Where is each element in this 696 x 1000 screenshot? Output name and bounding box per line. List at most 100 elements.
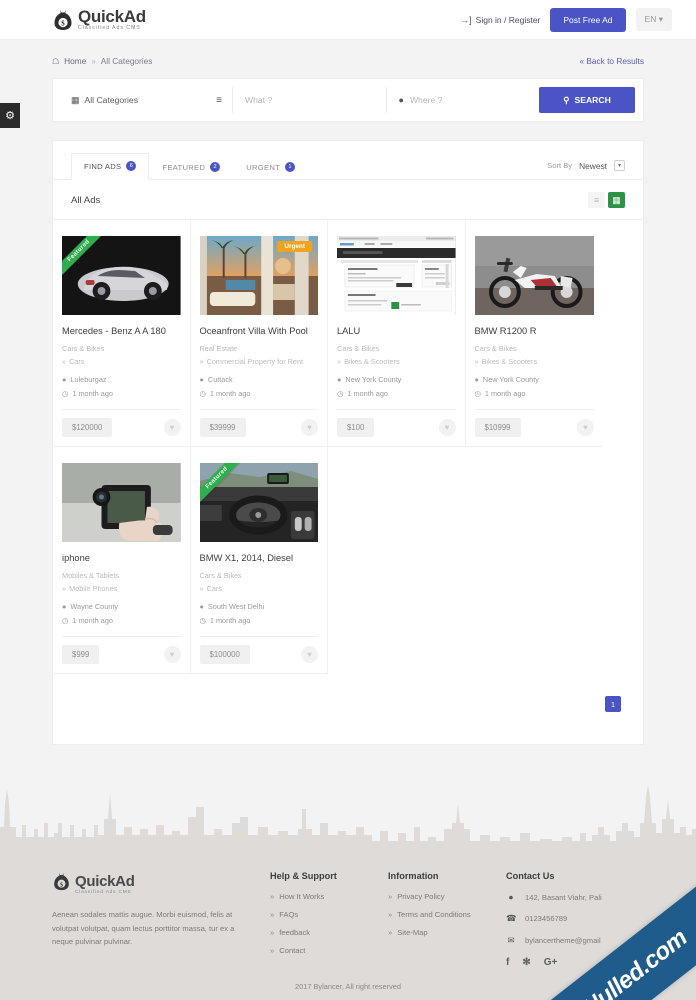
ad-category: Cars & Bikes [199, 571, 242, 581]
envelope-icon: ✉ [507, 935, 515, 946]
footer-link-sitemap[interactable]: » Site-Map [388, 928, 506, 937]
breadcrumb-home-link[interactable]: Home [64, 56, 86, 66]
twitter-icon[interactable]: ✻ [522, 957, 530, 968]
chevron-icon: » [388, 910, 393, 920]
footer-phone-label: 0123456789 [525, 914, 568, 924]
footer-link-label: Contact [279, 946, 306, 956]
money-bag-icon: $ [52, 8, 74, 32]
ad-time-label: 1 month ago [72, 389, 113, 399]
site-logo[interactable]: $ QuickAd Classified Ads CMS [52, 8, 146, 32]
ad-card[interactable]: Featured Mercedes - Benz A A 180 Cars & … [53, 220, 191, 448]
ad-image[interactable] [62, 463, 181, 543]
ad-subcategory-label: Commercial Property for Rent [206, 357, 304, 367]
post-free-ad-button[interactable]: Post Free Ad [550, 7, 626, 32]
ad-image[interactable]: Featured [199, 463, 318, 543]
clock-icon: ◷ [337, 389, 344, 399]
ad-subcategory: » Bikes & Scooters [475, 357, 595, 366]
motorcycle-bmw-image [474, 236, 594, 315]
tab-urgent-label: URGENT [246, 162, 281, 172]
ad-title[interactable]: BMW R1200 R [475, 326, 595, 337]
chevron-icon: » [62, 584, 67, 594]
footer-link-terms[interactable]: » Terms and Conditions [388, 910, 506, 919]
ad-time-label: 1 month ago [72, 616, 113, 626]
ad-time: ◷ 1 month ago [62, 616, 181, 625]
favorite-heart-icon[interactable]: ♥ [163, 419, 181, 437]
footer-link-how-it-works[interactable]: » How It Works [270, 892, 388, 901]
favorite-heart-icon[interactable]: ♥ [163, 646, 181, 664]
ad-card[interactable]: BMW R1200 R Cars & Bikes » Bikes & Scoote… [465, 220, 603, 448]
grid-view-icon: ▦ [612, 194, 621, 205]
grid-icon: ▦ [71, 94, 79, 105]
footer-address-label: 142, Basant Viahr, Pali [525, 892, 602, 902]
google-plus-icon[interactable]: G+ [544, 957, 558, 968]
what-input[interactable]: What ? [233, 87, 387, 113]
ad-title[interactable]: Mercedes - Benz A A 180 [62, 326, 181, 337]
ad-subcategory: » Commercial Property for Rent [200, 357, 319, 366]
ad-title[interactable]: Oceanfront Villa With Pool [200, 326, 319, 337]
favorite-heart-icon[interactable]: ♥ [577, 419, 594, 437]
ad-location: ● Wayne County [62, 602, 181, 611]
tab-find-ads-label: FIND ADS [84, 161, 122, 171]
tab-featured[interactable]: FEATURED 2 [149, 154, 233, 180]
footer-link-feedback[interactable]: » feedback [270, 928, 388, 937]
sort-by-value[interactable]: Newest [579, 161, 607, 171]
view-list-button[interactable]: ≡ [588, 192, 605, 208]
view-grid-button[interactable]: ▦ [608, 192, 625, 208]
footer-logo[interactable]: $ QuickAd Classified Ads CMS [52, 871, 252, 897]
ad-image[interactable]: Featured [62, 236, 181, 315]
ad-image[interactable] [337, 236, 456, 315]
footer-link-label: Site-Map [397, 928, 428, 938]
chevron-icon: » [474, 357, 479, 367]
hand-holding-phone-image [62, 463, 181, 543]
ad-title[interactable]: iphone [62, 553, 181, 564]
footer-phone[interactable]: ☎ 0123456789 [506, 913, 602, 924]
footer-about-column: $ QuickAd Classified Ads CMS Aenean soda… [52, 871, 270, 968]
language-selector[interactable]: EN ▾ [635, 8, 672, 31]
ad-card-empty [328, 447, 466, 674]
ad-price: $999 [62, 645, 100, 665]
favorite-heart-icon[interactable]: ♥ [301, 646, 318, 664]
ad-card-empty [466, 447, 604, 674]
signin-label: Sign in / Register [475, 14, 541, 25]
favorite-heart-icon[interactable]: ♥ [301, 419, 318, 437]
facebook-icon[interactable]: f [506, 957, 509, 968]
location-pin-icon: ● [474, 375, 479, 385]
logo-text-block: QuickAd Classified Ads CMS [78, 8, 146, 31]
tab-find-ads[interactable]: FIND ADS 6 [71, 153, 150, 180]
ad-time-label: 1 month ago [209, 389, 251, 399]
ad-card[interactable]: Featured BMW X1, 2014, Diesel Cars & Bik… [190, 447, 328, 675]
what-placeholder: What ? [245, 95, 273, 105]
ad-footer: $39999 ♥ [199, 409, 318, 446]
sort-dropdown-icon[interactable]: ▾ [614, 160, 625, 171]
category-select[interactable]: ▦ All Categories ≡ [61, 87, 233, 113]
search-button[interactable]: ⚲ SEARCH [539, 87, 635, 113]
back-to-results-link[interactable]: « Back to Results [579, 56, 644, 66]
footer-email[interactable]: ✉ bylancertheme@gmail [506, 935, 602, 946]
where-input[interactable]: ● Where ? [387, 87, 540, 113]
footer-contact-heading: Contact Us [506, 871, 555, 882]
ad-title[interactable]: BMW X1, 2014, Diesel [200, 553, 319, 564]
ad-footer: $120000 ♥ [62, 409, 181, 446]
ad-title[interactable]: LALU [337, 326, 456, 337]
signin-register-link[interactable]: →] Sign in / Register [460, 15, 540, 25]
favorite-heart-icon[interactable]: ♥ [438, 419, 456, 437]
site-header: $ QuickAd Classified Ads CMS →] Sign in … [0, 0, 696, 40]
ad-location: ● New York County [475, 375, 595, 384]
ad-card[interactable]: iphone Mobiles & Tablets » Mobile Phones … [53, 447, 191, 675]
footer-link-contact[interactable]: » Contact [270, 946, 388, 955]
pagination-page-1[interactable]: 1 [605, 696, 621, 713]
tab-urgent-badge: 1 [285, 162, 296, 172]
footer-link-privacy-policy[interactable]: » Privacy Policy [388, 892, 506, 901]
ad-card[interactable]: LALU Cars & Bikes » Bikes & Scooters ● Ne… [328, 220, 466, 448]
chevron-down-icon: ▾ [658, 14, 663, 24]
ad-category: Cars & Bikes [62, 344, 105, 354]
ad-image[interactable] [474, 236, 594, 315]
language-label: EN [644, 14, 657, 24]
settings-gear-tab[interactable]: ⚙ [0, 103, 20, 128]
tab-urgent[interactable]: URGENT 1 [233, 154, 308, 180]
ad-time-label: 1 month ago [347, 389, 388, 399]
ad-location-label: New York County [345, 375, 402, 385]
ad-card[interactable]: Urgent Oceanfront Villa With Pool Real E… [190, 220, 328, 448]
footer-link-faqs[interactable]: » FAQs [270, 910, 388, 919]
ad-image[interactable]: Urgent [199, 236, 318, 315]
